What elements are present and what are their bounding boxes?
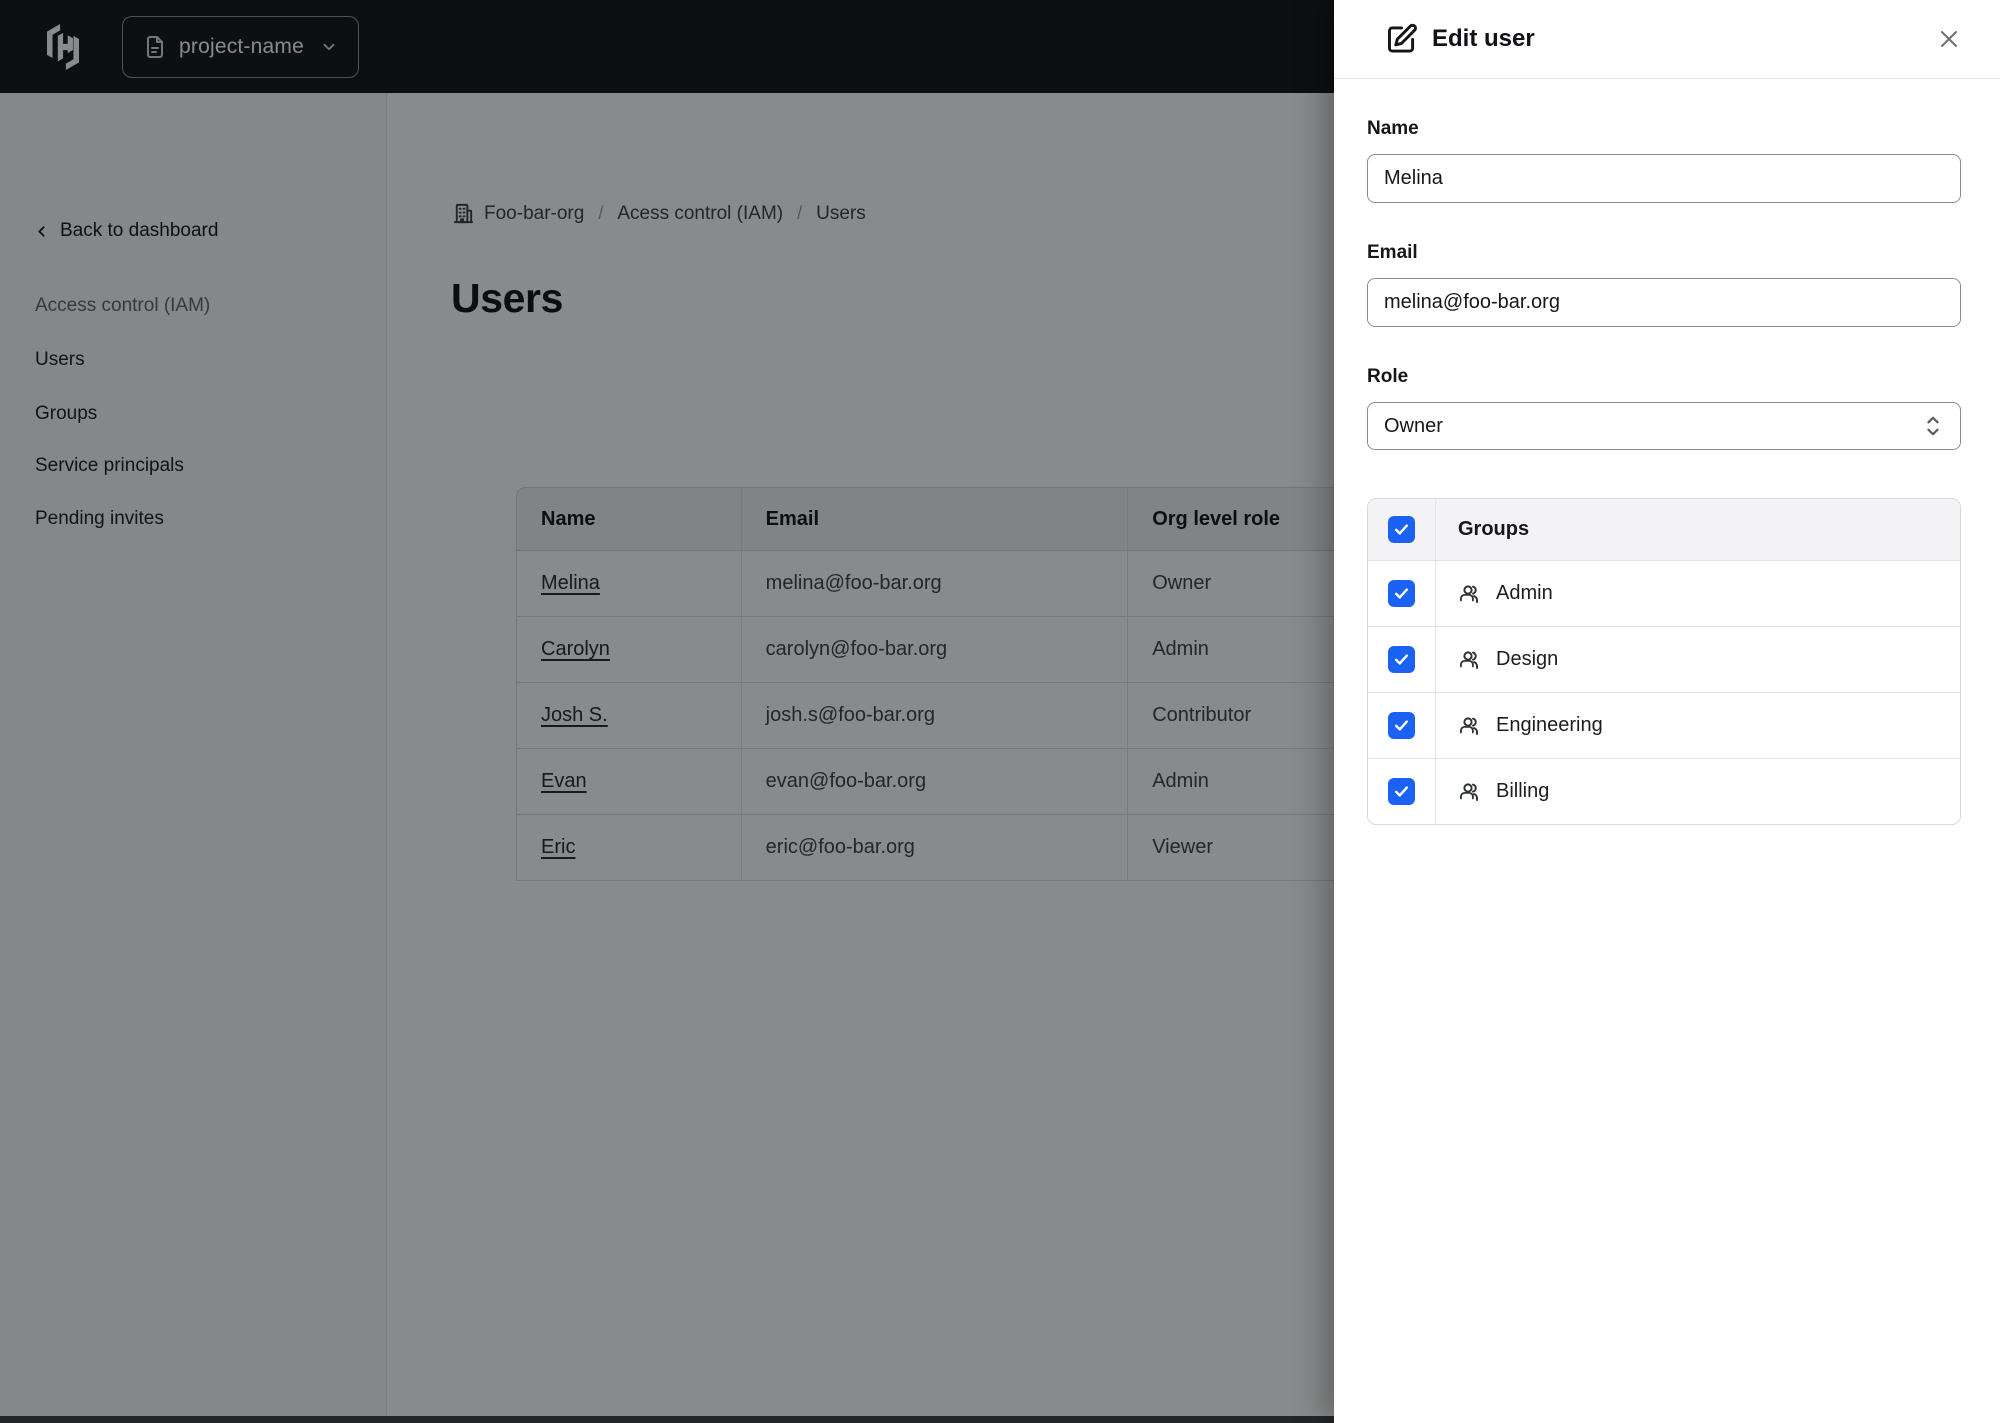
checkmark-icon <box>1394 786 1409 797</box>
group-label: Billing <box>1496 780 1550 802</box>
user-group-icon <box>1460 782 1478 801</box>
email-field[interactable] <box>1367 278 1961 327</box>
screen: project-name Back to dashboard Access co… <box>0 0 2000 1423</box>
checkmark-icon <box>1394 524 1409 535</box>
group-label: Engineering <box>1496 714 1603 736</box>
group-checkbox-billing[interactable] <box>1388 778 1415 805</box>
user-group-icon <box>1460 716 1478 735</box>
group-row-billing: Billing <box>1368 758 1960 824</box>
group-checkbox-admin[interactable] <box>1388 580 1415 607</box>
groups-header-row: Groups <box>1368 499 1960 560</box>
group-row-design: Design <box>1368 626 1960 692</box>
user-group-icon <box>1460 650 1478 669</box>
select-stepper-icon <box>1927 416 1939 436</box>
email-field-label: Email <box>1367 242 1418 263</box>
group-row-admin: Admin <box>1368 560 1960 626</box>
group-row-engineering: Engineering <box>1368 692 1960 758</box>
name-field-label: Name <box>1367 118 1419 139</box>
name-field[interactable] <box>1367 154 1961 203</box>
group-checkbox-design[interactable] <box>1388 646 1415 673</box>
group-label: Design <box>1496 648 1559 670</box>
drawer-header: Edit user <box>1334 0 2000 79</box>
role-field-label: Role <box>1367 366 1409 387</box>
close-icon[interactable] <box>1934 24 1964 54</box>
drawer-title: Edit user <box>1432 25 1535 52</box>
checkmark-icon <box>1394 654 1409 665</box>
groups-header-label: Groups <box>1458 518 1530 540</box>
select-all-groups-checkbox[interactable] <box>1388 516 1415 543</box>
user-group-icon <box>1460 584 1478 603</box>
edit-user-drawer: Edit user Name Email Role Owner <box>1334 0 2000 1423</box>
group-label: Admin <box>1496 582 1553 604</box>
edit-icon <box>1388 23 1417 53</box>
drawer-body: Name Email Role Owner Groups <box>1334 79 2000 825</box>
group-checkbox-engineering[interactable] <box>1388 712 1415 739</box>
checkmark-icon <box>1394 720 1409 731</box>
role-selected-value: Owner <box>1384 414 1443 437</box>
role-select[interactable]: Owner <box>1367 402 1961 450</box>
checkmark-icon <box>1394 588 1409 599</box>
groups-selection-table: Groups Admin Design Engineering Billing <box>1367 498 1961 825</box>
